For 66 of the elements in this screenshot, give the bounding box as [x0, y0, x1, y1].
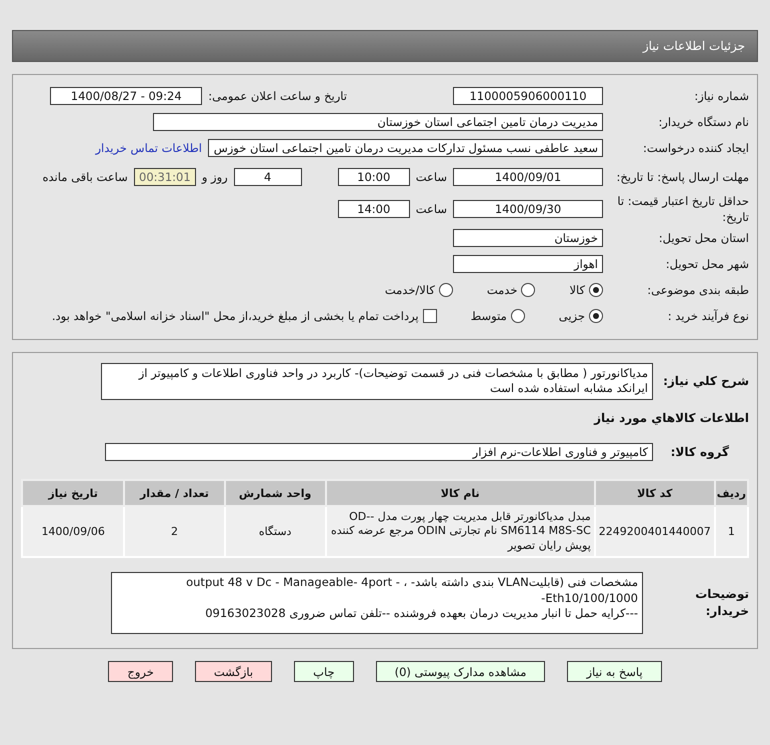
field-label: استان محل تحویل:	[658, 230, 749, 246]
validity-date-field[interactable]: 1400/09/30	[453, 200, 603, 218]
table-cell: 1400/09/06	[22, 506, 124, 558]
action-button[interactable]: پاسخ به نیاز	[567, 661, 662, 682]
buyer-org-field[interactable]: مدیریت درمان تامین اجتماعی استان خوزستان	[153, 113, 603, 131]
days-label: روز و	[202, 170, 228, 184]
city-field[interactable]: اهواز	[453, 255, 603, 274]
remaining-label: ساعت باقی مانده	[42, 170, 128, 184]
option-label: متوسط	[470, 309, 507, 324]
page-title: جزئیات اطلاعات نیاز	[12, 30, 758, 62]
column-header: واحد شمارش	[224, 480, 326, 506]
table-cell: 1	[714, 506, 748, 558]
remaining-time-field: 00:31:01	[134, 168, 196, 186]
option-label: کالا/خدمت	[384, 283, 435, 298]
goods-group-field[interactable]: کامپیوتر و فناوری اطلاعات-نرم افزار	[105, 443, 653, 462]
province-field[interactable]: خوزستان	[453, 229, 603, 248]
radio-button[interactable]	[438, 283, 453, 298]
option-label: خدمت	[486, 283, 518, 298]
time-label: ساعت	[416, 170, 447, 184]
announce-date-field[interactable]: 1400/08/27 - 09:24	[50, 87, 202, 105]
field-label: نام دستگاه خریدار:	[657, 114, 749, 130]
column-header: تعداد / مقدار	[124, 480, 225, 506]
table-cell: 2	[124, 506, 225, 558]
creator-field[interactable]: سعید عاطفی نسب مسئول تداركات مدیریت درمان تامین اجتماعی استان خوزس	[208, 139, 603, 157]
radio-button[interactable]	[589, 309, 603, 324]
field-label: شماره نیاز:	[693, 88, 749, 104]
deadline-date-field[interactable]: 1400/09/01	[453, 168, 603, 186]
radio-button[interactable]	[521, 283, 536, 298]
note-line: ---کرایه حمل تا انبار مدیریت درمان بعهده فروشنده --تلفن تماس ضروری 09163023028	[204, 606, 638, 622]
column-header: نام کالا	[326, 480, 595, 506]
table-cell: 2249200401440007	[594, 506, 715, 558]
column-header: کد کالا	[594, 480, 715, 506]
field-label: گروه كالا:	[670, 444, 730, 461]
field-label: شرح كلي نياز:	[662, 372, 749, 390]
checkbox[interactable]	[422, 309, 437, 324]
column-header: تاریخ نیاز	[22, 480, 124, 506]
radio-button[interactable]	[510, 309, 525, 324]
field-label: توضیحات خریدار:	[694, 586, 749, 620]
radio-button[interactable]	[589, 283, 603, 298]
field-label: مهلت ارسال پاسخ: تا تاریخ:	[615, 168, 749, 186]
validity-time-field[interactable]: 14:00	[338, 200, 410, 218]
table-cell: مبدل مدیاکانورتر قابل مدیریت چهار پورت مدل -OD-SM6114 M8S-SC نام تجارتی ODIN مرجع عرضه کننده پویش رایان تصویر	[326, 506, 595, 558]
deadline-time-field[interactable]: 10:00	[338, 168, 410, 186]
action-button[interactable]: خروج	[108, 661, 173, 682]
option-label: پرداخت تمام یا بخشی از مبلغ خرید،از محل "اسناد خزانه اسلامی" خواهد بود.	[52, 309, 419, 324]
field-label: تاریخ و ساعت اعلان عمومی:	[208, 88, 347, 104]
buyer-notes-field[interactable]: مشخصات فنی (قابلیتVLAN بندی داشته باشد- ، output 48 v Dc - Manageable- 4port -Eth10/100/1000- ---کرایه حمل تا انبار مدیریت درمان بعهده فروشنده --تلفن تماس ضروری 09163023028	[111, 572, 643, 634]
time-label: ساعت	[416, 202, 447, 216]
note-line: مشخصات فنی (قابلیتVLAN بندی داشته باشد- ، output 48 v Dc - Manageable- 4port -Eth10/100/1000-	[185, 575, 638, 606]
description-field[interactable]: مدیاکانورتور ( مطابق با مشخصات فنی در قسمت توضیحات)- کاربرد در واحد فناوری اطلاعات و کامپیوتر از ایرانکد مشابه استفاده شده است	[101, 362, 653, 400]
field-label: نوع فرآیند خرید :	[666, 308, 749, 324]
action-button[interactable]: مشاهده مدارک پیوستی (0)	[376, 661, 546, 682]
field-label: شهر محل تحویل:	[664, 256, 749, 272]
column-header: ردیف	[714, 480, 748, 506]
field-label: طبقه بندی موضوعی:	[646, 282, 749, 298]
field-label: حداقل تاریخ اعتبار قیمت: تا تاریخ:	[616, 193, 749, 226]
action-button[interactable]: چاپ	[294, 661, 354, 682]
option-label: جزیی	[558, 309, 585, 324]
table-cell: دستگاه	[224, 506, 326, 558]
days-field[interactable]: 4	[234, 168, 302, 186]
contact-link[interactable]: اطلاعات تماس خریدار	[95, 141, 202, 155]
section-title: اطلاعات كالاهاي مورد نياز	[592, 410, 749, 427]
option-label: کالا	[569, 283, 585, 298]
need-number-field[interactable]: 1100005906000110	[453, 87, 603, 105]
field-label: ایجاد کننده درخواست:	[642, 140, 749, 156]
action-button[interactable]: بازگشت	[194, 661, 272, 682]
